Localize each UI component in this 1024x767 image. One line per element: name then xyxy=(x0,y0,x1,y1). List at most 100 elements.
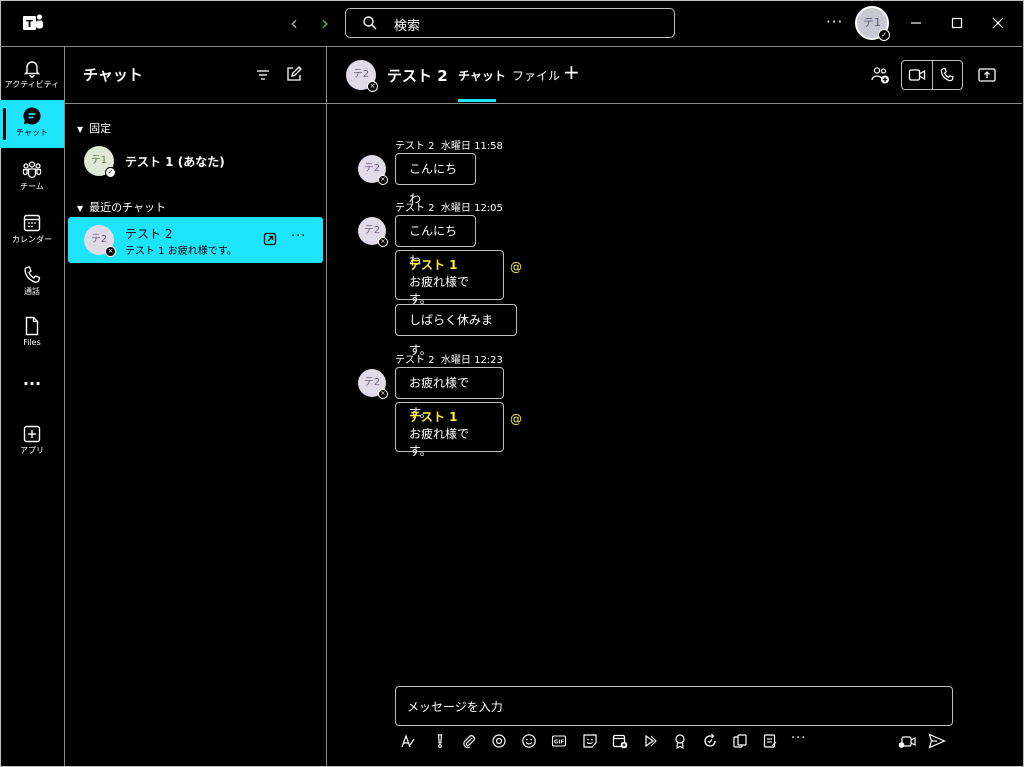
rail-more-button[interactable]: ··· xyxy=(0,372,64,402)
sender-avatar[interactable]: テ2 × xyxy=(358,155,388,185)
message-meta: テスト 2 水曜日 12:05 xyxy=(395,199,503,214)
back-button[interactable]: ‹ xyxy=(282,10,306,36)
profile-avatar[interactable]: テ1 ✓ xyxy=(855,6,890,41)
sender-name: テスト 2 xyxy=(395,141,435,152)
message-bubble[interactable]: こんにちわ xyxy=(395,215,476,268)
message-bubble[interactable]: こんにちわ xyxy=(395,153,476,206)
sender-avatar[interactable]: テ2 × xyxy=(358,369,388,399)
close-button[interactable] xyxy=(987,12,1009,34)
add-tab-button[interactable]: + xyxy=(563,60,580,84)
rail-label: カレンダー xyxy=(12,235,52,244)
message-bubble[interactable]: お疲れ様です。 xyxy=(395,367,504,420)
chat-item-self[interactable]: テ1 ✓ テスト 1 (あなた) xyxy=(68,138,323,184)
chat-item-test2[interactable]: テ2 × テスト 2 テスト 1 お疲れ様です。 ··· xyxy=(68,217,323,263)
sender-name: テスト 2 xyxy=(395,355,435,366)
message-bubble[interactable]: しばらく休みます。 xyxy=(395,304,517,357)
pinned-section-header[interactable]: ▼ 固定 xyxy=(77,120,111,136)
forms-icon[interactable] xyxy=(762,733,778,749)
updates-icon[interactable] xyxy=(702,733,718,749)
video-call-icon[interactable] xyxy=(908,67,926,83)
message-bubble-mention[interactable]: テスト 1 お疲れ様です。 xyxy=(395,402,504,458)
chat-more-button[interactable]: ··· xyxy=(291,229,306,244)
maximize-button[interactable] xyxy=(946,12,968,34)
avatar-initials: テ2 xyxy=(90,234,108,245)
chat-list-title: チャット xyxy=(83,66,143,84)
tab-chat[interactable]: チャット xyxy=(458,67,506,84)
rail-label: チーム xyxy=(20,182,44,191)
call-buttons xyxy=(901,60,963,90)
rail-item-files[interactable]: Files xyxy=(0,310,64,358)
format-icon[interactable] xyxy=(400,733,416,749)
video-message-icon[interactable] xyxy=(898,733,916,749)
message-text: お疲れ様です。 xyxy=(409,275,470,306)
praise-icon[interactable] xyxy=(672,733,688,749)
message-meta: テスト 2 水曜日 12:23 xyxy=(395,351,503,366)
message-time: 水曜日 12:05 xyxy=(440,203,503,214)
sticker-icon[interactable] xyxy=(582,733,598,749)
teams-logo-icon: T xyxy=(22,12,44,34)
forward-button[interactable]: › xyxy=(313,10,337,36)
file-icon xyxy=(22,316,42,336)
tab-files[interactable]: ファイル xyxy=(512,67,560,84)
filter-icon[interactable] xyxy=(255,67,271,83)
rail-item-chat[interactable]: チャット xyxy=(0,100,64,148)
toolbar-more-button[interactable]: ··· xyxy=(791,732,807,749)
chat-icon xyxy=(22,106,42,126)
rail-item-activity[interactable]: アクティビティ xyxy=(0,52,64,100)
avatar: テ1 ✓ xyxy=(84,146,116,178)
sender-name: テスト 2 xyxy=(395,203,435,214)
status-offline-icon: × xyxy=(378,175,388,185)
attach-icon[interactable] xyxy=(461,733,477,749)
rail-item-calls[interactable]: 通話 xyxy=(0,259,64,307)
avatar: テ2 × xyxy=(84,225,116,257)
mention-at-icon: @ xyxy=(510,260,522,274)
chat-name: テスト 2 xyxy=(125,227,173,241)
apps-icon xyxy=(22,424,42,444)
stream-icon[interactable] xyxy=(642,733,658,749)
rail-item-teams[interactable]: チーム xyxy=(0,154,64,202)
svg-text:GIF: GIF xyxy=(554,740,565,746)
avatar-initials: テ1 xyxy=(90,155,108,166)
priority-icon[interactable] xyxy=(432,733,448,749)
avatar-initials: テ2 xyxy=(363,225,381,236)
mention-name[interactable]: テスト 1 xyxy=(409,257,490,274)
minimize-button[interactable] xyxy=(905,12,927,34)
new-chat-icon[interactable] xyxy=(285,65,303,83)
avatar[interactable]: テ2 × xyxy=(346,60,378,92)
search-icon xyxy=(362,15,378,31)
message-bubble-mention[interactable]: テスト 1 お疲れ様です。 xyxy=(395,250,504,306)
rail-item-apps[interactable]: アプリ xyxy=(0,418,64,466)
share-screen-icon[interactable] xyxy=(977,66,997,84)
emoji-icon[interactable] xyxy=(521,733,537,749)
message-compose-box[interactable]: メッセージを入力 xyxy=(395,686,953,726)
search-box[interactable]: 検索 xyxy=(345,8,675,38)
chat-preview: テスト 1 お疲れ様です。 xyxy=(125,246,237,257)
settings-more-button[interactable]: ··· xyxy=(826,13,843,31)
teams-icon xyxy=(22,160,42,180)
recent-section-header[interactable]: ▼ 最近のチャット xyxy=(77,199,166,215)
send-icon[interactable] xyxy=(928,733,946,749)
gif-icon[interactable]: GIF xyxy=(551,733,567,749)
popout-icon[interactable] xyxy=(263,232,277,246)
chat-name: テスト 1 (あなた) xyxy=(125,155,225,169)
approvals-icon[interactable] xyxy=(732,733,748,749)
compose-placeholder: メッセージを入力 xyxy=(407,700,503,714)
conversation-header: テ2 × テスト 2 チャット ファイル + xyxy=(327,47,1022,104)
svg-text:T: T xyxy=(26,19,33,30)
profile-initials: テ1 xyxy=(863,16,881,29)
add-people-icon[interactable] xyxy=(870,65,890,85)
bell-icon xyxy=(22,58,42,78)
rail-item-calendar[interactable]: カレンダー xyxy=(0,207,64,255)
rail-label: チャット xyxy=(16,128,48,137)
sender-avatar[interactable]: テ2 × xyxy=(358,217,388,247)
mention-at-icon: @ xyxy=(510,412,522,426)
mention-name[interactable]: テスト 1 xyxy=(409,409,490,426)
search-placeholder: 検索 xyxy=(394,19,421,34)
avatar-initials: テ2 xyxy=(352,69,370,80)
audio-call-icon[interactable] xyxy=(939,67,955,83)
rail-label: Files xyxy=(23,338,41,347)
app-rail: アクティビティ チャット チーム カレンダー 通話 Files ··· アプリ xyxy=(0,47,65,766)
schedule-meeting-icon[interactable] xyxy=(612,733,628,749)
divider xyxy=(932,61,933,89)
loop-icon[interactable] xyxy=(491,733,507,749)
